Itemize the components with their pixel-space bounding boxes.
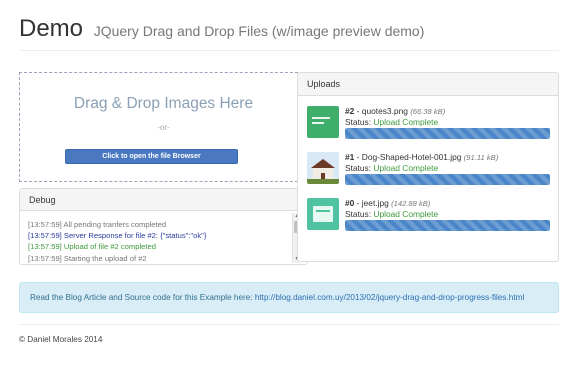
drop-zone-title: Drag & Drop Images Here (73, 95, 254, 112)
blog-article-link[interactable]: http://blog.daniel.com.uy/2013/02/jquery… (255, 293, 524, 302)
upload-item: #2 - quotes3.png (66.38 kB) Status: Uplo… (307, 106, 552, 142)
file-id: #1 (345, 152, 355, 162)
file-name: quotes3.png (361, 106, 408, 116)
info-alert: Read the Blog Article and Source code fo… (19, 282, 559, 313)
status-value: Upload Complete (373, 117, 439, 127)
upload-item: #0 - jeet.jpg (142.88 kB) Status: Upload… (307, 198, 552, 234)
page-title-text: Demo (19, 15, 84, 42)
image-thumbnail (307, 152, 339, 184)
debug-log[interactable]: [13:57:59] All pending tranfers complete… (28, 219, 292, 263)
status-value: Upload Complete (373, 209, 439, 219)
file-id: #0 (345, 198, 355, 208)
file-info: #0 - jeet.jpg (142.88 kB) (345, 198, 431, 208)
drop-zone[interactable]: Drag & Drop Images Here -or- Click to op… (19, 72, 308, 182)
file-size: (142.88 kB) (391, 199, 431, 208)
file-info: #2 - quotes3.png (66.38 kB) (345, 106, 446, 116)
page-subtitle: JQuery Drag and Drop Files (w/image prev… (93, 23, 425, 39)
status-value: Upload Complete (373, 163, 439, 173)
status-line: Status: Upload Complete (345, 163, 438, 174)
debug-panel: Debug [13:57:59] All pending tranfers co… (19, 188, 308, 265)
image-thumbnail (307, 198, 339, 230)
status-line: Status: Upload Complete (345, 117, 438, 128)
status-label: Status: (345, 163, 372, 173)
file-size: (66.38 kB) (410, 107, 446, 116)
progress-bar (345, 220, 550, 231)
status-label: Status: (345, 117, 372, 127)
status-line: Status: Upload Complete (345, 209, 438, 220)
progress-fill (345, 128, 550, 139)
file-size: (91.11 kB) (463, 153, 499, 162)
file-name: jeet.jpg (361, 198, 389, 208)
progress-bar (345, 128, 550, 139)
uploads-panel-heading: Uploads (298, 73, 558, 96)
status-label: Status: (345, 209, 372, 219)
file-info: #1 - Dog-Shaped-Hotel-001.jpg (91.11 kB) (345, 152, 499, 162)
upload-item: #1 - Dog-Shaped-Hotel-001.jpg (91.11 kB)… (307, 152, 552, 188)
info-text: Read the Blog Article and Source code fo… (30, 293, 253, 302)
log-line: [13:57:59] Starting the upload of #2 (28, 253, 147, 263)
log-line: [13:57:59] Server Response for file #2: … (28, 231, 207, 241)
progress-fill (345, 174, 550, 185)
divider (19, 324, 559, 325)
footer-copyright: © Daniel Morales 2014 (19, 335, 103, 344)
open-file-browser-button[interactable]: Click to open the file Browser (65, 149, 238, 164)
log-line: [13:57:59] All pending tranfers complete… (28, 220, 167, 229)
file-name: Dog-Shaped-Hotel-001.jpg (361, 152, 462, 162)
image-thumbnail (307, 106, 339, 138)
debug-panel-heading: Debug (20, 189, 307, 211)
progress-fill (345, 220, 550, 231)
progress-bar (345, 174, 550, 185)
log-line: [13:57:59] Upload of file #2 completed (28, 242, 156, 252)
page-header: Demo JQuery Drag and Drop Files (w/image… (19, 14, 559, 51)
drop-zone-or: -or- (157, 123, 170, 132)
uploads-panel: Uploads #2 - quotes3.png (66.38 kB) Stat… (297, 72, 559, 262)
page-title: Demo JQuery Drag and Drop Files (w/image… (19, 14, 559, 46)
file-id: #2 (345, 106, 355, 116)
